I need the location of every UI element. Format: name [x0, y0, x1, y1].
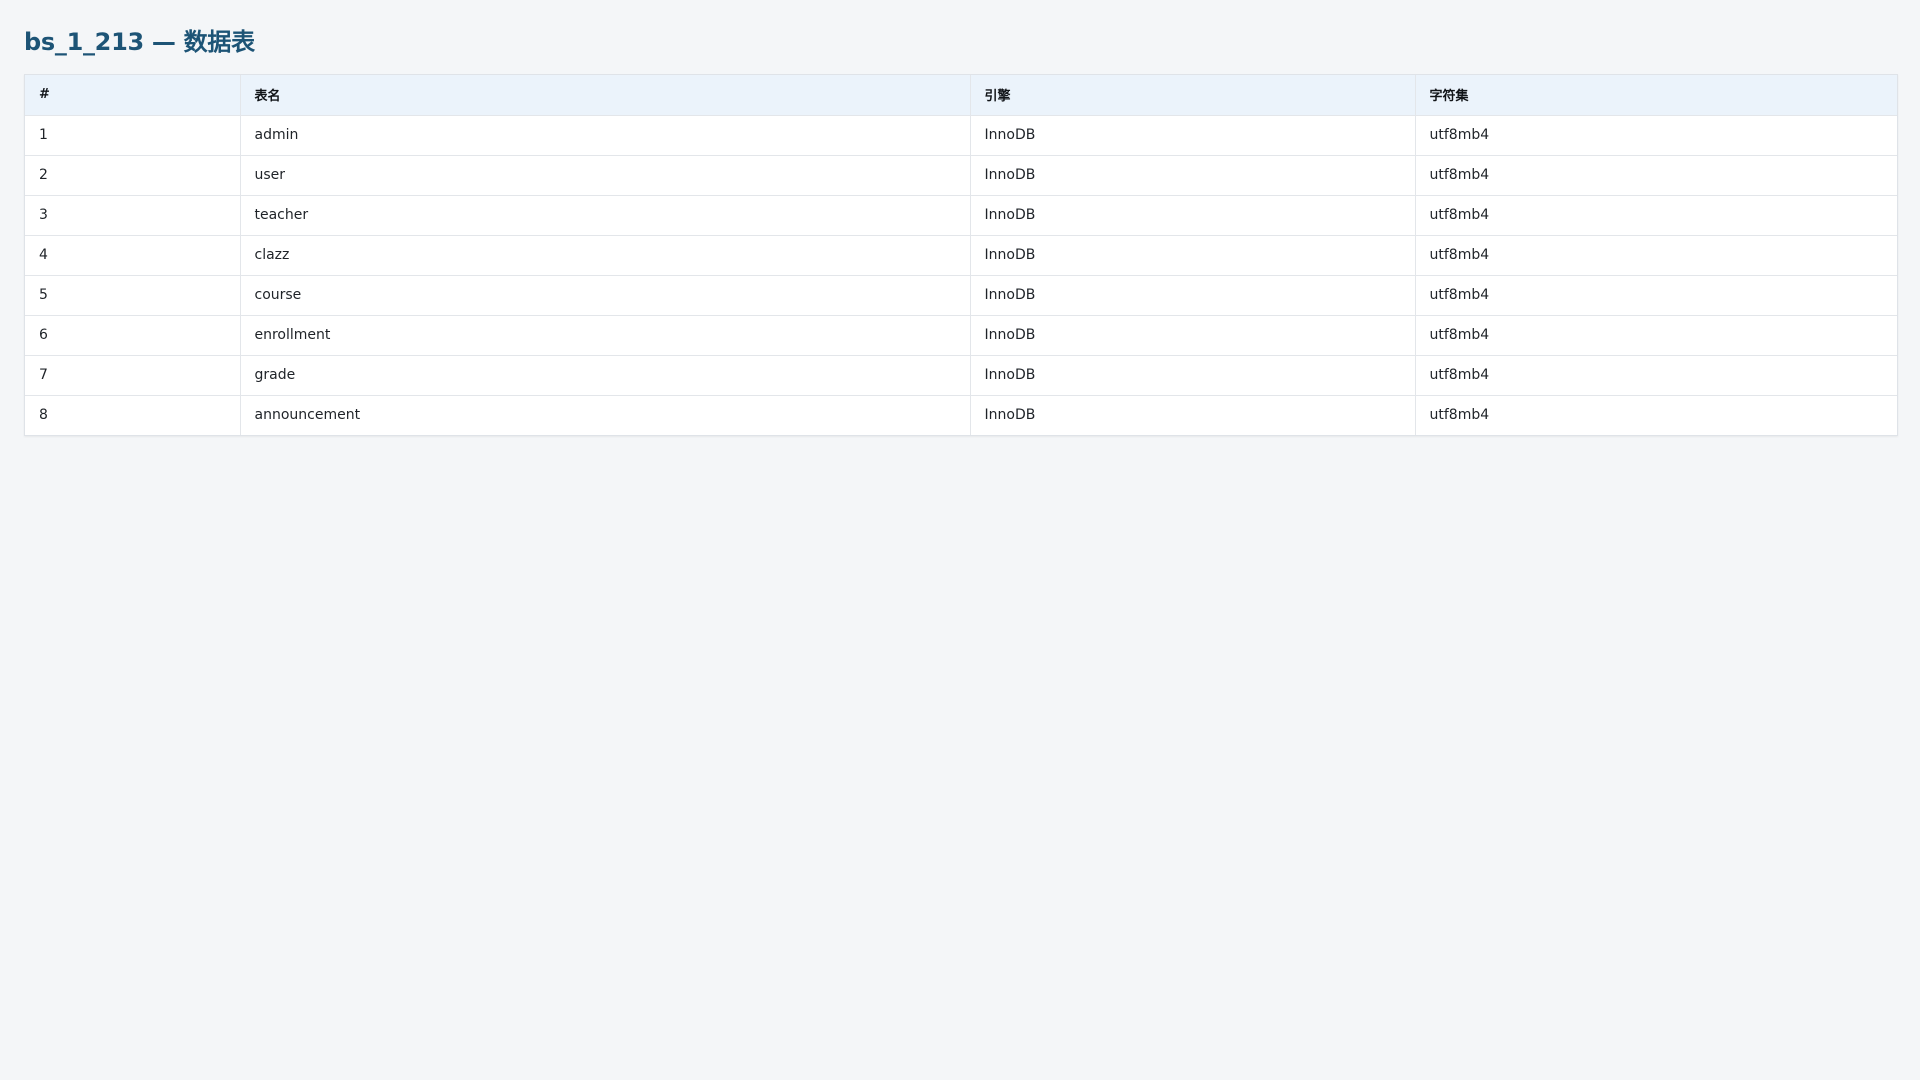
- cell-index: 3: [25, 195, 241, 236]
- column-header-engine: 引擎: [970, 75, 1416, 116]
- cell-charset: utf8mb4: [1415, 155, 1897, 196]
- column-header-table-name: 表名: [240, 75, 971, 116]
- table-row[interactable]: 4 clazz InnoDB utf8mb4: [25, 235, 1897, 276]
- table-header-row: # 表名 引擎 字符集: [25, 75, 1897, 116]
- cell-charset: utf8mb4: [1415, 355, 1897, 396]
- cell-table-name: enrollment: [240, 315, 971, 356]
- table-row[interactable]: 8 announcement InnoDB utf8mb4: [25, 395, 1897, 435]
- cell-table-name: course: [240, 275, 971, 316]
- cell-table-name: announcement: [240, 395, 971, 435]
- cell-charset: utf8mb4: [1415, 195, 1897, 236]
- tables-table: # 表名 引擎 字符集 1 admin InnoDB utf8mb4 2 use…: [25, 75, 1897, 435]
- column-header-charset: 字符集: [1415, 75, 1897, 116]
- table-row[interactable]: 3 teacher InnoDB utf8mb4: [25, 195, 1897, 236]
- cell-engine: InnoDB: [970, 355, 1416, 396]
- cell-charset: utf8mb4: [1415, 235, 1897, 276]
- page-title: bs_1_213 — 数据表: [24, 28, 255, 56]
- cell-table-name: clazz: [240, 235, 971, 276]
- cell-index: 4: [25, 235, 241, 276]
- cell-engine: InnoDB: [970, 235, 1416, 276]
- cell-index: 5: [25, 275, 241, 316]
- table-row[interactable]: 1 admin InnoDB utf8mb4: [25, 115, 1897, 156]
- cell-charset: utf8mb4: [1415, 115, 1897, 156]
- cell-engine: InnoDB: [970, 155, 1416, 196]
- table-row[interactable]: 6 enrollment InnoDB utf8mb4: [25, 315, 1897, 356]
- cell-charset: utf8mb4: [1415, 275, 1897, 316]
- table-row[interactable]: 7 grade InnoDB utf8mb4: [25, 355, 1897, 396]
- cell-index: 8: [25, 395, 241, 435]
- table-row[interactable]: 2 user InnoDB utf8mb4: [25, 155, 1897, 196]
- cell-engine: InnoDB: [970, 195, 1416, 236]
- cell-index: 6: [25, 315, 241, 356]
- cell-index: 7: [25, 355, 241, 396]
- cell-charset: utf8mb4: [1415, 395, 1897, 435]
- cell-index: 1: [25, 115, 241, 156]
- table-row[interactable]: 5 course InnoDB utf8mb4: [25, 275, 1897, 316]
- cell-table-name: teacher: [240, 195, 971, 236]
- page: bs_1_213 — 数据表 # 表名 引擎 字符集 1 admin InnoD…: [0, 0, 1920, 436]
- cell-engine: InnoDB: [970, 275, 1416, 316]
- cell-engine: InnoDB: [970, 315, 1416, 356]
- cell-engine: InnoDB: [970, 115, 1416, 156]
- table-header: # 表名 引擎 字符集: [25, 75, 1897, 116]
- tables-table-container: # 表名 引擎 字符集 1 admin InnoDB utf8mb4 2 use…: [24, 74, 1898, 436]
- cell-table-name: user: [240, 155, 971, 196]
- cell-engine: InnoDB: [970, 395, 1416, 435]
- cell-index: 2: [25, 155, 241, 196]
- cell-table-name: grade: [240, 355, 971, 396]
- column-header-index: #: [25, 75, 241, 116]
- table-body: 1 admin InnoDB utf8mb4 2 user InnoDB utf…: [25, 115, 1897, 435]
- cell-charset: utf8mb4: [1415, 315, 1897, 356]
- cell-table-name: admin: [240, 115, 971, 156]
